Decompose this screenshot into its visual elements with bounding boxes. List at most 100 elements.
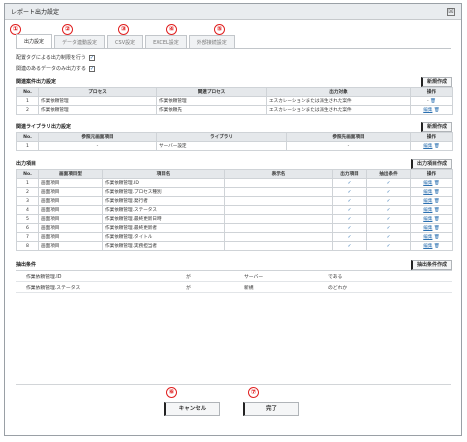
edit-link[interactable]: 編集 (423, 217, 432, 222)
table-row: 2 画面項目 作業依頼管理.プロセス種別 ✓ ✓ 編集 🗑 (16, 187, 453, 197)
option-label: 配置タグによる出力制限を行う (16, 55, 86, 61)
cell-no: 8 (16, 241, 39, 251)
output-section-header: 出力項目 出力項目作成 (16, 158, 452, 169)
library-new-button[interactable]: 新規作成 (420, 121, 452, 132)
cell-item-type: 画面項目 (38, 232, 103, 242)
trash-icon[interactable]: 🗑 (434, 226, 440, 231)
edit-link[interactable]: 編集 (423, 144, 432, 149)
output-item-check: ✓ (332, 205, 367, 215)
cell-item-type: 画面項目 (38, 214, 103, 224)
table-row: 4 画面項目 作業依頼管理.ステータス ✓ ✓ 編集 🗑 (16, 205, 453, 215)
trash-icon[interactable]: 🗑 (434, 217, 440, 222)
output-item-check: ✓ (332, 241, 367, 251)
filter-particle: が (186, 285, 191, 291)
filter-condition: である (328, 274, 343, 280)
cell-related-process: 作業依頼管理 (156, 96, 267, 106)
edit-link[interactable]: 編集 (423, 244, 432, 249)
filter-condition: のどれか (328, 285, 348, 291)
tab-output-settings[interactable]: 出力設定 (16, 34, 53, 49)
cell-display-name (224, 223, 333, 233)
output-table: No. 画面項目型 項目名 表示名 出力項目 抽出条件 操作 1 画面項目 作業依頼… (16, 169, 453, 251)
trash-icon[interactable]: 🗑 (434, 108, 440, 113)
cell-display-name (224, 232, 333, 242)
filter-condition-check: ✓ (366, 214, 411, 224)
close-icon[interactable]: ☒ (447, 8, 455, 16)
cell-library: サーバー設定 (156, 141, 287, 151)
table-row: 2 作業依頼管理 作業依頼先 エスカレーションまたは派生された案件 編集 🗑 (16, 105, 453, 115)
edit-link[interactable]: 編集 (423, 190, 432, 195)
tab-excel-settings[interactable]: EXCEL設定 (145, 35, 187, 49)
edit-link[interactable]: 編集 (423, 181, 432, 186)
table-header-row: No. 参照元画面項目 ライブラリ 参照先画面項目 操作 (16, 132, 453, 142)
cell-no: 2 (16, 187, 39, 197)
filter-condition-check: ✓ (366, 178, 411, 188)
related-section-header: 関連案件出力設定 新規作成 (16, 76, 452, 87)
edit-link[interactable]: 編集 (423, 208, 432, 213)
output-item-check: ✓ (332, 223, 367, 233)
column-header: ライブラリ (156, 132, 287, 142)
cell-display-name (224, 187, 333, 197)
cell-no: 1 (16, 178, 39, 188)
cell-item-name: 作業依頼管理.最終更新者 (102, 223, 225, 233)
trash-icon[interactable]: 🗑 (434, 190, 440, 195)
trash-icon[interactable]: 🗑 (434, 181, 440, 186)
table-row: 5 画面項目 作業依頼管理.最終更新日時 ✓ ✓ 編集 🗑 (16, 214, 453, 224)
tab-data-link-settings[interactable]: データ連動設定 (54, 35, 106, 49)
output-settings-panel: 配置タグによる出力制限を行う ✓ 関連のあるデータのみ出力する ✓ 関連案件出力… (16, 52, 453, 293)
trash-icon[interactable]: 🗑 (434, 208, 440, 213)
table-row: 7 画面項目 作業依頼管理.タイトル ✓ ✓ 編集 🗑 (16, 232, 453, 242)
cell-item-name: 作業依頼管理.ステータス (102, 205, 225, 215)
edit-link[interactable]: 編集 (423, 199, 432, 204)
filter-value: 新規 (244, 285, 254, 291)
cell-item-type: 画面項目 (38, 178, 103, 188)
option-label: 関連のあるデータのみ出力する (16, 66, 87, 72)
trash-icon[interactable]: 🗑 (434, 235, 440, 240)
edit-link[interactable]: 編集 (423, 226, 432, 231)
column-header: 参照先画面項目 (286, 132, 411, 142)
edit-link[interactable]: 編集 (423, 108, 432, 113)
output-new-button[interactable]: 出力項目作成 (410, 158, 452, 169)
cell-source: - (38, 141, 157, 151)
trash-icon[interactable]: 🗑 (434, 199, 440, 204)
edit-link[interactable]: 編集 (423, 235, 432, 240)
filter-condition-check: ✓ (366, 196, 411, 206)
cell-operation: 編集 🗑 (410, 232, 453, 242)
cell-operation: 編集 🗑 (410, 187, 453, 197)
tab-csv-settings[interactable]: CSV設定 (107, 35, 144, 49)
option-related-only[interactable]: 関連のあるデータのみ出力する ✓ (16, 63, 452, 74)
related-section-title: 関連案件出力設定 (16, 79, 57, 85)
output-item-check: ✓ (332, 196, 367, 206)
filter-condition-check: ✓ (366, 187, 411, 197)
column-header: 表示名 (224, 169, 333, 179)
cell-display-name (224, 196, 333, 206)
table-row: 1 作業依頼管理 作業依頼管理 エスカレーションまたは派生された案件 - 🗑 (16, 96, 453, 106)
trash-icon[interactable]: 🗑 (434, 244, 440, 249)
checkbox[interactable]: ✓ (88, 54, 95, 61)
cancel-button[interactable]: キャンセル (164, 402, 220, 416)
related-new-button[interactable]: 新規作成 (420, 76, 452, 87)
filter-section-title: 抽出条件 (16, 262, 37, 268)
cell-process: 作業依頼管理 (38, 105, 157, 115)
cell-no: 6 (16, 223, 39, 233)
complete-button[interactable]: 完了 (243, 402, 299, 416)
cell-operation: 編集 🗑 (410, 141, 453, 151)
column-header: 抽出条件 (366, 169, 411, 179)
column-header: No. (16, 87, 39, 97)
tab-bar: 出力設定 データ連動設定 CSV設定 EXCEL設定 外部接続設定 (16, 33, 235, 49)
column-header: No. (16, 132, 39, 142)
cell-operation: 編集 🗑 (410, 214, 453, 224)
checkbox[interactable]: ✓ (89, 65, 96, 72)
filter-field: 作業依頼管理.ステータス (26, 285, 81, 291)
callout-7: ⑦ (248, 387, 259, 398)
trash-icon[interactable]: 🗑 (434, 144, 440, 149)
library-section-header: 関連ライブラリ出力設定 新規作成 (16, 121, 452, 132)
tab-external-connection-settings[interactable]: 外部接続設定 (188, 35, 235, 49)
option-tag-restriction[interactable]: 配置タグによる出力制限を行う ✓ (16, 52, 452, 63)
trash-icon[interactable]: 🗑 (430, 99, 436, 104)
output-rows: 1 画面項目 作業依頼管理.ID ✓ ✓ 編集 🗑 2 画面項目 作業依頼管理.プロセス種別 ✓ ✓… (16, 178, 453, 251)
column-header: 操作 (410, 132, 453, 142)
filter-new-button[interactable]: 抽出条件作成 (410, 259, 452, 270)
cell-no: 7 (16, 232, 39, 242)
related-table: No. プロセス 関連プロセス 出力対象 操作 1 作業依頼管理 作業依頼管理 … (16, 87, 453, 115)
cell-display-name (224, 214, 333, 224)
